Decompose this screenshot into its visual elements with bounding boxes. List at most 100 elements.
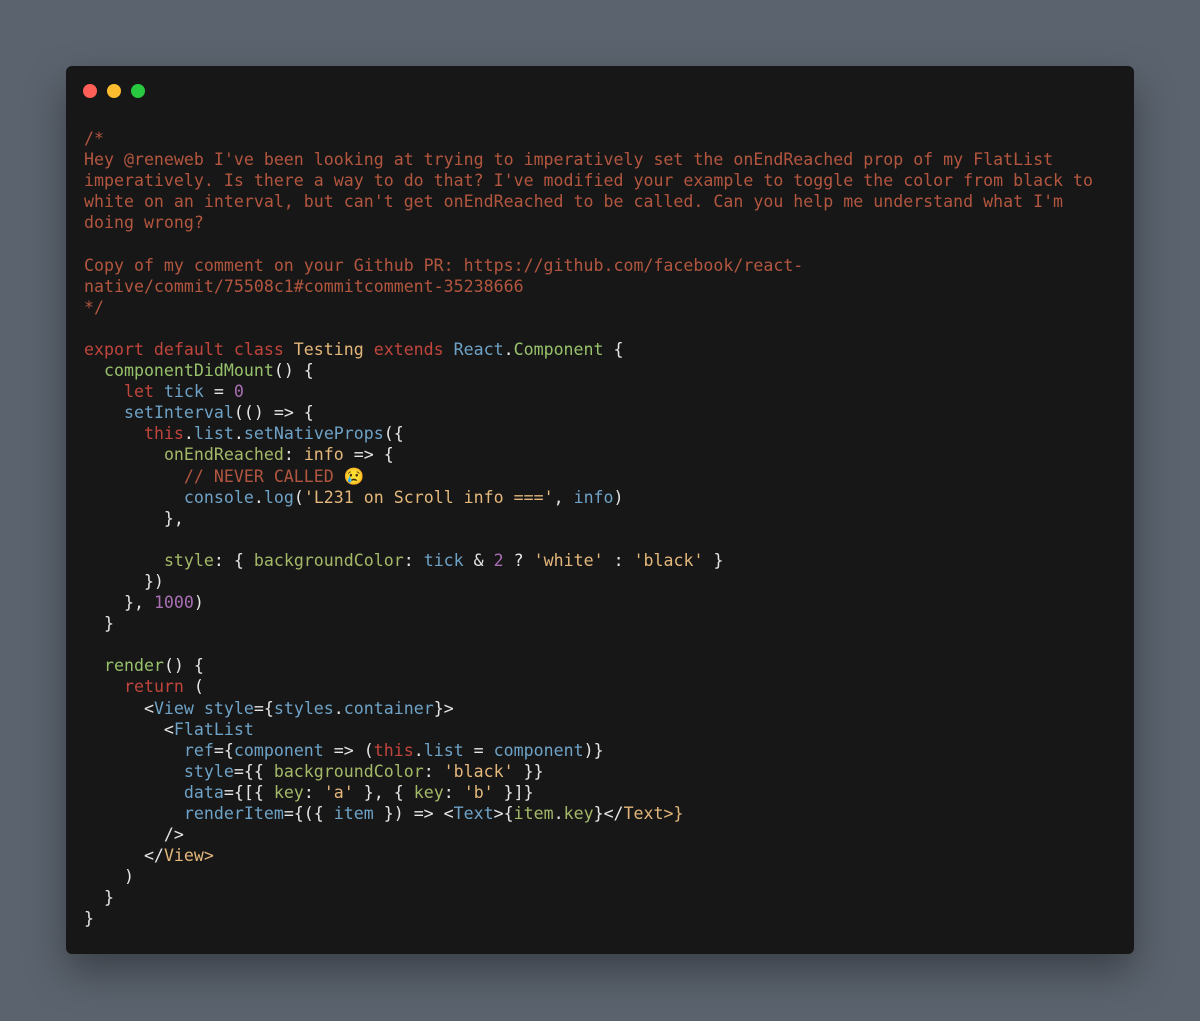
code-token: : [283,445,304,465]
code-token: < [84,719,174,739]
code-token: () { [163,656,204,676]
code-token: ={ [253,698,274,718]
close-button[interactable] [83,84,97,98]
code-token: : [603,550,634,570]
code-token: ( [293,487,304,507]
code-line: } [84,613,1093,634]
code-line: render() { [84,655,1093,676]
code-token: ) [613,487,624,507]
code-token: info [303,445,344,465]
code-line: white on an interval, but can't get onEn… [84,191,1093,212]
code-token: }</ [593,804,624,823]
maximize-button[interactable] [131,84,145,98]
code-line: } [84,887,1093,908]
code-token: : [403,550,424,570]
code-token: extends [363,339,454,359]
code-token: this [143,424,184,444]
code-token: component [493,740,584,760]
code-token: . [413,740,424,760]
code-token: onEndReached [163,445,284,465]
code-token: </ [84,846,164,866]
code-token: { [603,339,624,359]
code-token: View [153,698,194,718]
code-token: style [163,550,214,570]
code-token: => { [343,445,394,465]
code-token: tick [153,382,204,402]
code-token: } [84,909,94,929]
code-line: export default class Testing extends Rea… [84,339,1093,360]
code-line: doing wrong? [84,212,1093,233]
code-line: console.log('L231 on Scroll info ===', i… [84,487,1093,508]
code-token: info [573,487,614,507]
code-token: imperatively. Is there a way to do that?… [84,171,1094,191]
code-line: <View style={styles.container}> [84,698,1093,719]
code-token: } [84,888,114,908]
code-token: doing wrong? [84,213,204,233]
code-line: Hey @reneweb I've been looking at trying… [84,149,1093,170]
code-line: ​ [84,529,1093,550]
code-line: }, 1000) [84,592,1093,613]
code-token: Copy of my comment on your Github PR: ht… [84,255,804,275]
code-line: ref={component => (this.list = component… [84,740,1093,761]
code-token: }> [433,698,454,718]
code-token: ={ [213,740,234,760]
code-line: imperatively. Is there a way to do that?… [84,170,1093,191]
code-line: setInterval(() => { [84,402,1093,423]
code-token: , [553,487,574,507]
code-line: style: { backgroundColor: tick & 2 ? 'wh… [84,550,1093,571]
code-token: 'L231 on Scroll info ===' [303,487,554,507]
code-line: let tick = 0 [84,381,1093,402]
code-line: renderItem={({ item }) => <Text>{item.ke… [84,803,1093,824]
code-token: log [263,487,294,507]
code-token: )} [583,740,604,760]
code-token: }, [84,593,154,613]
code-token: } [703,550,724,570]
code-token: item [513,804,554,823]
code-token: }) [84,571,164,591]
code-token: }]} [493,782,534,802]
code-token: }, [84,508,184,528]
code-token: 'a' [323,782,354,802]
code-token: . [333,698,344,718]
code-token: 'white' [533,550,604,570]
code-token: component [233,740,324,760]
code-window: /* Hey @reneweb I've been looking at tryi… [66,66,1134,954]
code-token: ( [183,677,204,697]
code-token: > [203,846,214,866]
code-line: data={[{ key: 'a' }, { key: 'b' }]} [84,782,1093,803]
code-token: let [123,382,154,402]
code-token: : { [213,550,254,570]
code-token: 2 [493,550,504,570]
code-token: . [253,487,264,507]
code-line: <FlatList [84,719,1093,740]
code-token: key [273,782,304,802]
code-token: React [453,339,504,359]
code-line: return ( [84,676,1093,697]
code-token: }) => < [373,804,454,823]
code-token: return [123,677,184,697]
code-line: }, [84,508,1093,529]
code-line: } [84,908,1093,929]
code-token: 'black' [633,550,704,570]
code-token: (() => { [233,403,314,423]
code-token: 'black' [443,761,514,781]
code-line: /> [84,824,1093,845]
code-token: /* [84,129,104,148]
code-token: /> [84,825,184,845]
minimize-button[interactable] [107,84,121,98]
code-token: style [183,761,234,781]
code-token: ={({ [283,804,334,823]
code-line: ​ [84,233,1093,254]
code-token: () { [273,361,314,381]
code-token: key [563,804,594,823]
code-token: backgroundColor [273,761,424,781]
code-token: . [503,339,514,359]
code-token: : [303,782,324,802]
code-token: setInterval [123,403,234,423]
